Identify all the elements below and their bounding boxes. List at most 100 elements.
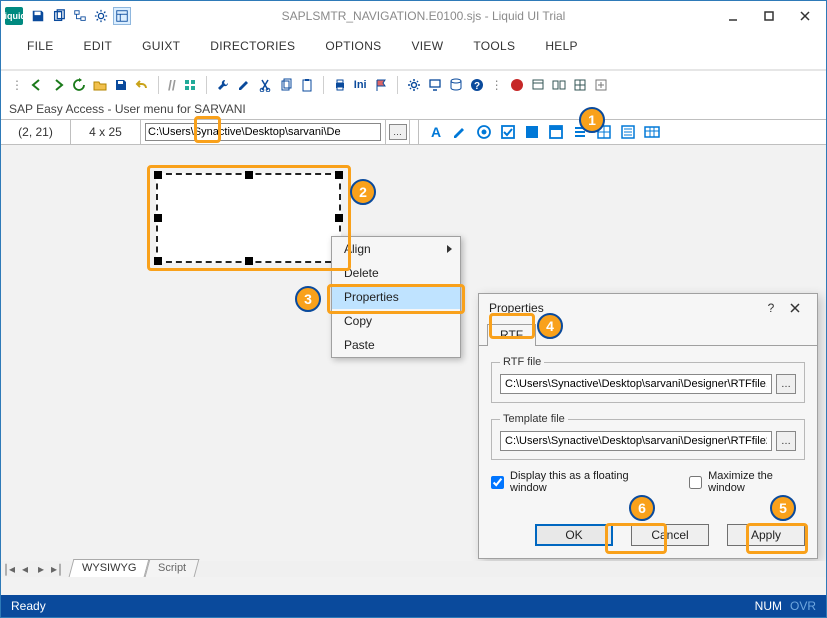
- dialog-body: RTF file … Template file … Display this: [479, 345, 817, 558]
- apply-button[interactable]: Apply: [727, 524, 805, 546]
- context-menu-align[interactable]: Align: [332, 237, 460, 261]
- scroll-left-icon[interactable]: ◂: [17, 561, 33, 577]
- menu-guixt[interactable]: GUIXT: [142, 39, 180, 53]
- panel3-icon[interactable]: [571, 76, 589, 94]
- form-tool-icon[interactable]: [619, 123, 637, 141]
- record-icon[interactable]: [508, 76, 526, 94]
- scroll-last-icon[interactable]: ▸∣: [49, 561, 65, 577]
- forward-icon[interactable]: [49, 76, 67, 94]
- browse-button[interactable]: …: [389, 124, 407, 140]
- floating-window-checkbox[interactable]: [491, 476, 504, 489]
- close-button[interactable]: [788, 5, 822, 27]
- window-buttons: [716, 5, 822, 27]
- flag-icon[interactable]: [372, 76, 390, 94]
- window-tool-icon[interactable]: [547, 123, 565, 141]
- undo-icon[interactable]: [133, 76, 151, 94]
- rtf-file-label: RTF file: [500, 356, 544, 368]
- status-ovr: OVR: [790, 599, 816, 613]
- template-file-group: Template file …: [491, 413, 805, 460]
- wrench-icon[interactable]: [214, 76, 232, 94]
- open-icon[interactable]: [91, 76, 109, 94]
- position-readout: (2, 21): [1, 120, 71, 144]
- module-icon[interactable]: [181, 76, 199, 94]
- ok-button[interactable]: OK: [535, 524, 613, 546]
- design-canvas[interactable]: Align Delete Properties Copy Paste Prope…: [1, 145, 826, 595]
- callout-5: 5: [770, 495, 796, 521]
- monitor-icon[interactable]: [426, 76, 444, 94]
- callout-4: 4: [537, 313, 563, 339]
- callout-3: 3: [295, 286, 321, 312]
- save-icon[interactable]: [112, 76, 130, 94]
- layout-icon[interactable]: [113, 7, 131, 25]
- panel2-icon[interactable]: [550, 76, 568, 94]
- radio-tool-icon[interactable]: [475, 123, 493, 141]
- scroll-right-icon[interactable]: ▸: [33, 561, 49, 577]
- maximize-button[interactable]: [752, 5, 786, 27]
- dialog-help-button[interactable]: ?: [759, 298, 783, 318]
- dialog-tab-rtf[interactable]: RTF: [487, 324, 536, 346]
- gear-icon[interactable]: [92, 7, 110, 25]
- resize-handle-s[interactable]: [245, 257, 253, 265]
- dialog-close-button[interactable]: [783, 298, 807, 318]
- save-icon[interactable]: [29, 7, 47, 25]
- rtf-file-input[interactable]: [500, 374, 772, 394]
- context-menu-properties[interactable]: Properties: [332, 285, 460, 309]
- gear-icon[interactable]: [405, 76, 423, 94]
- context-menu-copy[interactable]: Copy: [332, 309, 460, 333]
- resize-handle-w[interactable]: [154, 214, 162, 222]
- template-file-input[interactable]: [500, 431, 772, 451]
- back-icon[interactable]: [28, 76, 46, 94]
- resize-handle-sw[interactable]: [154, 257, 162, 265]
- cut-icon[interactable]: [256, 76, 274, 94]
- window-icon[interactable]: [529, 76, 547, 94]
- edit-icon[interactable]: [235, 76, 253, 94]
- resize-handle-nw[interactable]: [154, 171, 162, 179]
- cancel-button[interactable]: Cancel: [631, 524, 709, 546]
- resize-handle-n[interactable]: [245, 171, 253, 179]
- copy-icon[interactable]: [50, 7, 68, 25]
- title-bar: liquid SAPLSMTR_NAVIGATION.E0100.sjs - L…: [1, 1, 826, 31]
- copy-icon[interactable]: [277, 76, 295, 94]
- size-readout: 4 x 25: [71, 120, 141, 144]
- menu-file[interactable]: FILE: [27, 39, 54, 53]
- panel-tool-icon[interactable]: [523, 123, 541, 141]
- template-file-browse[interactable]: …: [776, 431, 796, 451]
- tab-script[interactable]: Script: [145, 559, 200, 577]
- tree-icon[interactable]: [71, 7, 89, 25]
- maximize-window-checkbox[interactable]: [689, 476, 702, 489]
- menu-help[interactable]: HELP: [545, 39, 578, 53]
- menu-tools[interactable]: TOOLS: [473, 39, 515, 53]
- minimize-button[interactable]: [716, 5, 750, 27]
- dialog-title-bar[interactable]: Properties ?: [479, 294, 817, 322]
- scroll-first-icon[interactable]: ∣◂: [1, 561, 17, 577]
- resize-handle-e[interactable]: [335, 214, 343, 222]
- script-path-input[interactable]: [145, 123, 381, 141]
- print-icon[interactable]: [331, 76, 349, 94]
- table-tool-icon[interactable]: [643, 123, 661, 141]
- refresh-icon[interactable]: [70, 76, 88, 94]
- resize-handle-ne[interactable]: [335, 171, 343, 179]
- pencil-tool-icon[interactable]: [451, 123, 469, 141]
- breadcrumb: SAP Easy Access - User menu for SARVANI: [1, 99, 826, 119]
- checkbox-tool-icon[interactable]: [499, 123, 517, 141]
- ini-button[interactable]: Ini: [352, 79, 369, 91]
- script-path-cell: [141, 120, 386, 144]
- rtf-file-browse[interactable]: …: [776, 374, 796, 394]
- comment-icon[interactable]: //: [166, 77, 178, 93]
- context-menu: Align Delete Properties Copy Paste: [331, 236, 461, 358]
- context-menu-delete[interactable]: Delete: [332, 261, 460, 285]
- menu-view[interactable]: VIEW: [411, 39, 443, 53]
- help-icon[interactable]: ?: [468, 76, 486, 94]
- tool-extra-icon[interactable]: [592, 76, 610, 94]
- status-text: Ready: [11, 599, 46, 613]
- toolbar-separator: [158, 76, 159, 94]
- text-tool-icon[interactable]: A: [427, 123, 445, 141]
- selected-element[interactable]: [156, 173, 341, 263]
- db-icon[interactable]: [447, 76, 465, 94]
- menu-options[interactable]: OPTIONS: [325, 39, 381, 53]
- menu-edit[interactable]: EDIT: [84, 39, 113, 53]
- paste-icon[interactable]: [298, 76, 316, 94]
- menu-directories[interactable]: DIRECTORIES: [210, 39, 295, 53]
- tab-wysiwyg[interactable]: WYSIWYG: [69, 559, 150, 577]
- context-menu-paste[interactable]: Paste: [332, 333, 460, 357]
